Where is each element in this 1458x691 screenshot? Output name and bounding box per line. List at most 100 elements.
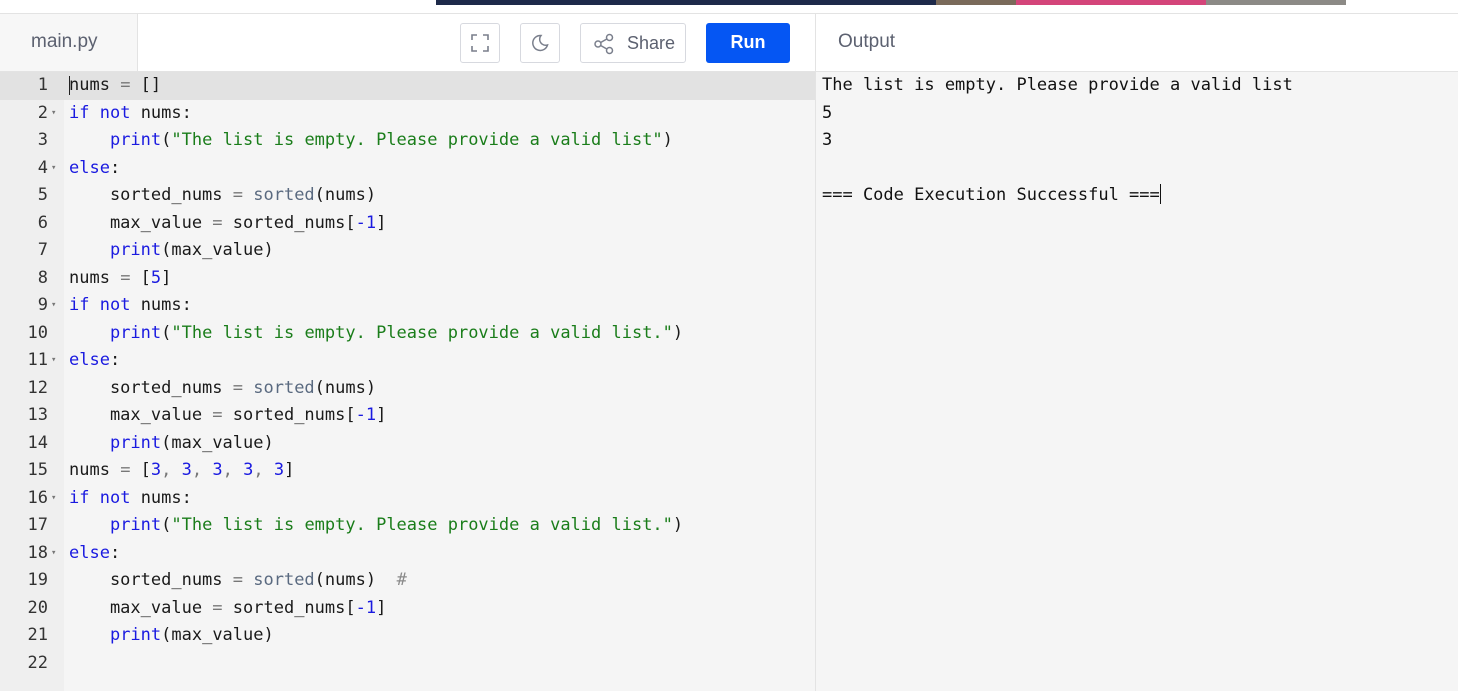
code-line[interactable]: 19 sorted_nums = sorted(nums) # xyxy=(0,567,815,595)
code-token: print xyxy=(109,130,162,150)
code-text: print(max_value) xyxy=(69,237,274,265)
line-number: 8 xyxy=(37,267,48,288)
code-token: not xyxy=(99,102,131,123)
code-token: (max_value) xyxy=(161,240,274,260)
run-button-label: Run xyxy=(730,32,766,52)
code-line[interactable]: 15 nums = [3, 3, 3, 3, 3] xyxy=(0,457,815,485)
code-text: if not nums: xyxy=(69,100,192,128)
code-token: sorted xyxy=(253,377,315,398)
code-line[interactable]: 16 ▾ if not nums: xyxy=(0,485,815,513)
code-line[interactable]: 22 xyxy=(0,650,815,678)
code-token: [ xyxy=(140,460,151,480)
code-line[interactable]: 3 print("The list is empty. Please provi… xyxy=(0,127,815,155)
code-token: nums: xyxy=(130,295,192,315)
code-token: (nums) xyxy=(314,377,377,398)
code-line[interactable]: 20 max_value = sorted_nums[-1] xyxy=(0,595,815,623)
file-tab-main-py[interactable]: main.py xyxy=(0,14,138,72)
share-icon xyxy=(594,33,614,55)
code-token: # xyxy=(396,570,407,590)
line-number: 21 xyxy=(27,625,48,645)
output-line: 3 xyxy=(822,127,1452,155)
code-editor[interactable]: 1 nums = [] 2 ▾ if not nums: 3 print("The lis… xyxy=(0,72,815,691)
code-line[interactable]: 11 ▾ else: xyxy=(0,347,815,375)
code-token: ] xyxy=(376,212,387,233)
code-token: -1 xyxy=(355,405,377,425)
output-console[interactable]: The list is empty. Please provide a vali… xyxy=(822,72,1452,210)
code-line[interactable]: 21 print(max_value) xyxy=(0,622,815,650)
code-token: [ xyxy=(140,267,151,288)
code-line[interactable]: 10 print("The list is empty. Please prov… xyxy=(0,320,815,348)
code-line[interactable]: 18 ▾ else: xyxy=(0,540,815,568)
code-line[interactable]: 6 max_value = sorted_nums[-1] xyxy=(0,210,815,238)
code-text: print(max_value) xyxy=(69,622,274,650)
line-number: 5 xyxy=(37,185,48,205)
code-token: sorted_nums xyxy=(69,185,223,205)
code-token: "The list is empty. Please provide a val… xyxy=(171,322,673,343)
code-text: if not nums: xyxy=(69,485,192,513)
code-text: sorted_nums = sorted(nums) xyxy=(69,182,376,210)
output-text: The list is empty. Please provide a vali… xyxy=(822,75,1293,95)
code-token: 3 xyxy=(273,460,285,480)
code-line[interactable]: 4 ▾ else: xyxy=(0,155,815,183)
code-line[interactable]: 12 sorted_nums = sorted(nums) xyxy=(0,375,815,403)
code-line[interactable]: 17 print("The list is empty. Please prov… xyxy=(0,512,815,540)
code-line[interactable]: 5 sorted_nums = sorted(nums) xyxy=(0,182,815,210)
code-token: = xyxy=(109,267,141,288)
code-text: else: xyxy=(69,347,120,375)
fullscreen-button[interactable] xyxy=(460,23,500,63)
run-button[interactable]: Run xyxy=(706,23,790,63)
code-token: if xyxy=(69,295,90,315)
code-token: = xyxy=(222,377,254,398)
code-token: (max_value) xyxy=(161,432,274,453)
code-line[interactable]: 1 nums = [] xyxy=(0,72,815,100)
code-token: print xyxy=(109,322,162,343)
code-token: : xyxy=(109,350,121,370)
code-token: max_value xyxy=(69,405,203,425)
code-token: ) xyxy=(662,130,673,150)
code-token: "The list is empty. Please provide a val… xyxy=(171,515,673,535)
fold-arrow-icon[interactable]: ▾ xyxy=(51,540,56,568)
code-text: nums = [] xyxy=(69,72,161,100)
line-number: 19 xyxy=(27,570,48,590)
code-token: -1 xyxy=(355,597,377,618)
top-ad-banner[interactable] xyxy=(436,0,1346,5)
code-line[interactable]: 2 ▾ if not nums: xyxy=(0,100,815,128)
code-token: 3 xyxy=(150,460,162,480)
share-button-label: Share xyxy=(627,33,676,53)
code-token: sorted xyxy=(253,185,315,205)
code-line[interactable]: 7 print(max_value) xyxy=(0,237,815,265)
output-text: === Code Execution Successful === xyxy=(822,185,1160,205)
code-line[interactable]: 13 max_value = sorted_nums[-1] xyxy=(0,402,815,430)
code-token: sorted_nums xyxy=(69,377,223,398)
fold-arrow-icon[interactable]: ▾ xyxy=(51,155,56,183)
line-number: 20 xyxy=(27,597,48,618)
code-line[interactable]: 8 nums = [5] xyxy=(0,265,815,293)
theme-toggle-button[interactable] xyxy=(520,23,560,63)
code-line[interactable]: 9 ▾ if not nums: xyxy=(0,292,815,320)
code-text: else: xyxy=(69,540,120,568)
code-token: not xyxy=(99,295,131,315)
share-button[interactable]: Share xyxy=(580,23,686,63)
code-token: (max_value) xyxy=(161,625,274,645)
code-token: else xyxy=(69,157,110,178)
code-token: sorted xyxy=(253,570,315,590)
code-text: max_value = sorted_nums[-1] xyxy=(69,402,386,430)
code-text: print("The list is empty. Please provide… xyxy=(69,127,673,155)
fold-arrow-icon[interactable]: ▾ xyxy=(51,485,56,513)
code-token: print xyxy=(109,515,162,535)
code-token: (nums) xyxy=(314,185,377,205)
code-token: if xyxy=(69,487,90,508)
code-line[interactable]: 14 print(max_value) xyxy=(0,430,815,458)
fold-arrow-icon[interactable]: ▾ xyxy=(51,100,56,128)
code-token: max_value xyxy=(69,212,203,233)
code-text: max_value = sorted_nums[-1] xyxy=(69,595,386,623)
code-token: , xyxy=(161,460,182,480)
fold-arrow-icon[interactable]: ▾ xyxy=(51,347,56,375)
line-number: 4 xyxy=(37,157,48,178)
code-token: print xyxy=(109,240,162,260)
code-text: sorted_nums = sorted(nums) # xyxy=(69,567,407,595)
fold-arrow-icon[interactable]: ▾ xyxy=(51,292,56,320)
